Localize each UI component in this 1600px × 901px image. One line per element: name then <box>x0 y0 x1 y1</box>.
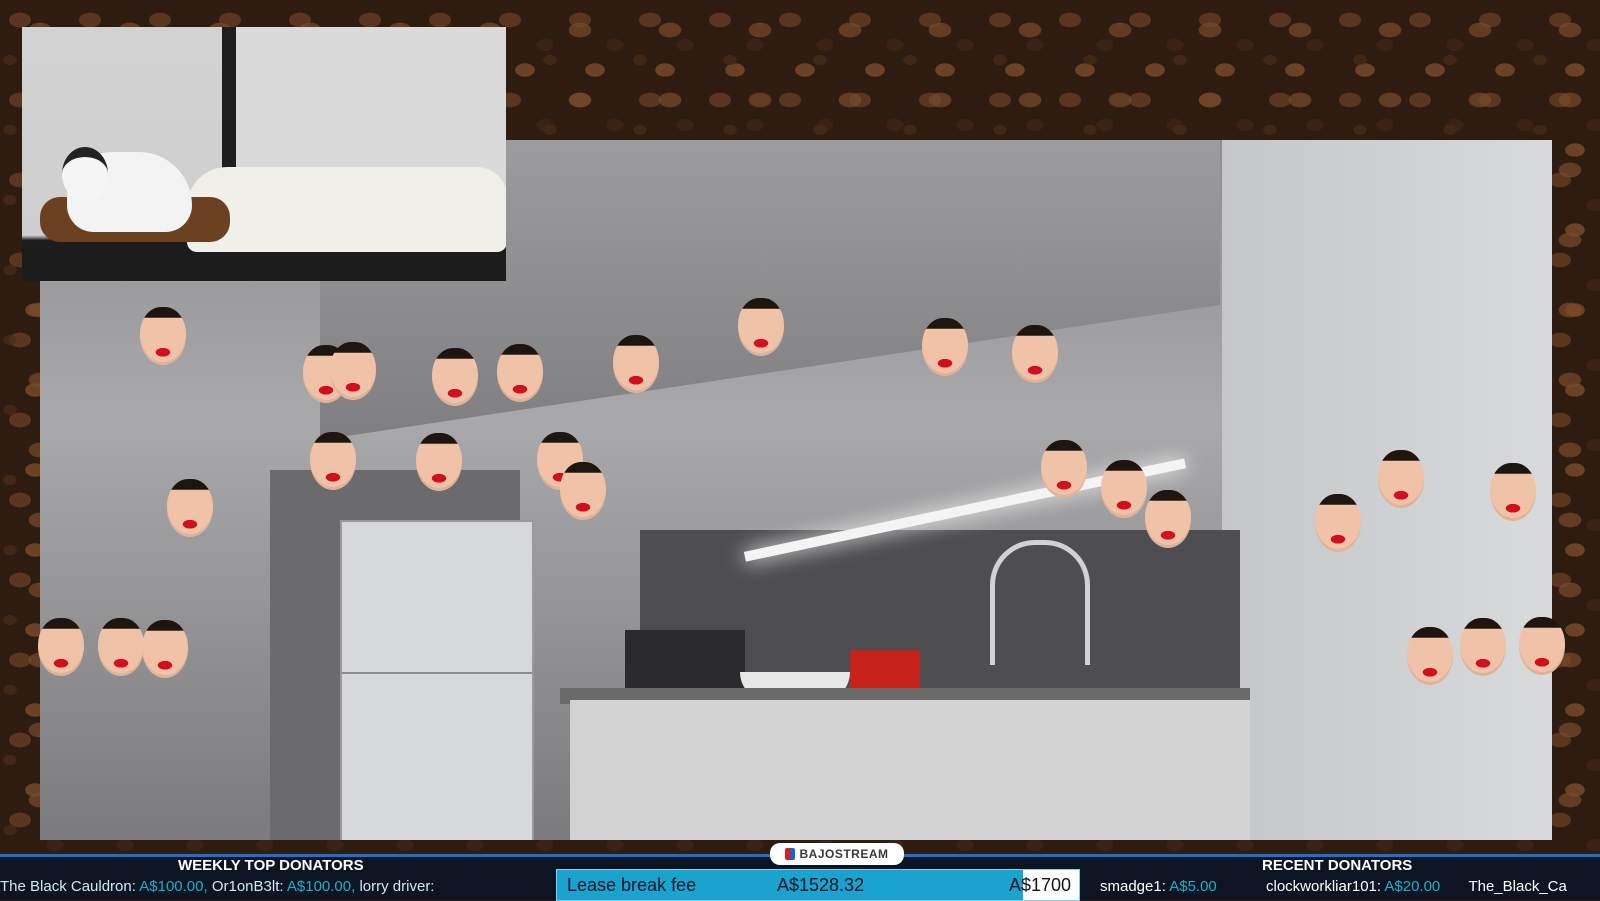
ticker-name: Or1onB3lt: <box>211 878 284 895</box>
recent-donator-left: smadge1: A$5.00 <box>1100 878 1217 895</box>
face-sticker <box>1041 440 1087 498</box>
face-sticker <box>560 462 606 520</box>
recent-amount: A$20.00 <box>1384 878 1441 895</box>
ticker-amount: A$100.00, <box>139 878 208 895</box>
face-sticker <box>142 620 188 678</box>
face-sticker <box>38 618 84 676</box>
faucet <box>990 540 1090 665</box>
recent-ticker: clockworkliar101: A$20.00 The_Black_Ca <box>1266 878 1567 895</box>
face-sticker <box>1012 325 1058 383</box>
goal-label: Lease break fee <box>567 875 697 895</box>
face-sticker <box>1460 618 1506 676</box>
ticker-name: The Black Cauldron: <box>0 878 136 895</box>
brand-text: BAJOSTREAM <box>799 847 889 861</box>
face-sticker <box>613 335 659 393</box>
counter <box>570 700 1250 840</box>
fridge <box>340 520 534 840</box>
face-sticker <box>98 618 144 676</box>
face-sticker <box>1145 490 1191 548</box>
face-sticker <box>738 298 784 356</box>
face-sticker <box>1490 463 1536 521</box>
face-sticker <box>330 342 376 400</box>
goal-current-amount: A$1528.32 <box>777 875 865 895</box>
face-sticker <box>1519 617 1565 675</box>
face-sticker <box>416 433 462 491</box>
cat-head <box>62 147 108 201</box>
face-sticker <box>432 348 478 406</box>
face-sticker <box>922 318 968 376</box>
face-sticker <box>497 344 543 402</box>
face-sticker <box>310 432 356 490</box>
face-sticker <box>1315 494 1361 552</box>
bajostream-logo: BAJOSTREAM <box>770 843 904 865</box>
recent-name: clockworkliar101: <box>1266 878 1382 895</box>
weekly-top-donators-label: WEEKLY TOP DONATORS <box>178 857 364 874</box>
face-sticker <box>1407 627 1453 685</box>
bajostream-logo-icon <box>785 848 796 860</box>
recent-donators-label: RECENT DONATORS <box>1262 857 1413 874</box>
donation-goal-bar: Lease break fee A$1528.32 A$1700 <box>556 869 1080 901</box>
cat-webcam <box>22 27 506 281</box>
face-sticker <box>140 307 186 365</box>
goal-target-amount: A$1700 <box>1008 875 1071 895</box>
face-sticker <box>1378 450 1424 508</box>
recent-amount: A$5.00 <box>1169 878 1217 895</box>
ticker-name: lorry driver: <box>359 878 435 895</box>
recent-name: smadge1: <box>1100 878 1166 895</box>
weekly-ticker: The Black Cauldron: A$100.00, Or1onB3lt:… <box>0 878 434 895</box>
ticker-amount: A$100.00, <box>286 878 356 895</box>
recent-name: The_Black_Ca <box>1468 878 1567 895</box>
face-sticker <box>1101 460 1147 518</box>
white-blanket <box>187 167 506 252</box>
face-sticker <box>167 479 213 537</box>
